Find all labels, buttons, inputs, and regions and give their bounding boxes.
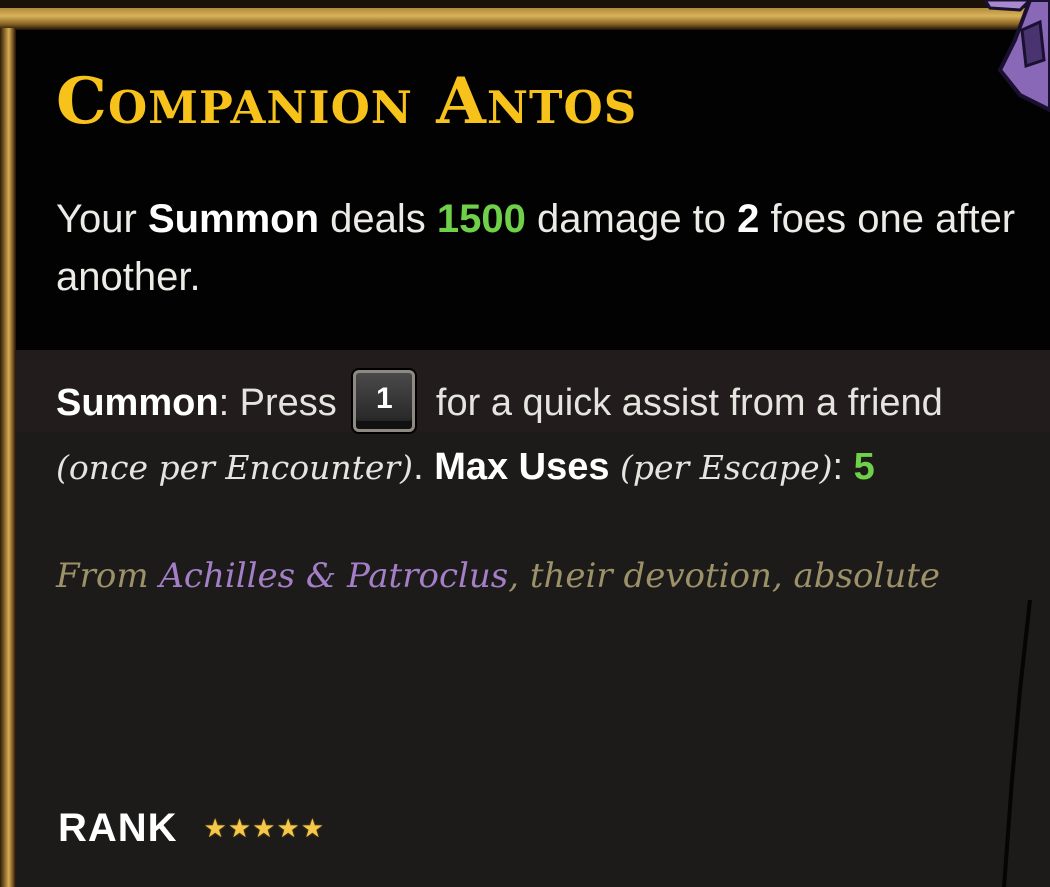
frame-crack-line xyxy=(1002,600,1032,887)
summon-info: Summon: Press 1 for a quick assist from … xyxy=(56,369,1016,499)
summon-keyword: Summon xyxy=(147,197,320,241)
summon-keyword-label: Summon xyxy=(56,382,219,424)
rank-stars-icon: ★★★★★ xyxy=(203,813,326,843)
frequency-note: (once per Encounter) xyxy=(56,447,414,487)
boon-title: Companion Antos xyxy=(56,64,638,139)
foes-count: 2 xyxy=(737,197,760,241)
frame-left-border xyxy=(0,28,16,887)
max-uses-label: Max Uses xyxy=(434,445,610,488)
corner-ornament-icon xyxy=(983,0,1050,113)
max-uses-value: 5 xyxy=(853,445,875,488)
damage-value: 1500 xyxy=(436,197,526,241)
rank-row: RANK ★★★★★ xyxy=(58,806,325,851)
frame-top-border xyxy=(0,0,1050,30)
rank-label: RANK xyxy=(58,806,178,850)
flavor-names: Achilles & Patroclus xyxy=(159,556,509,596)
boon-description: Your Summon deals 1500 damage to 2 foes … xyxy=(56,197,1016,299)
key-1-icon: 1 xyxy=(353,369,416,432)
flavor-text: From Achilles & Patroclus, their devotio… xyxy=(56,556,941,596)
